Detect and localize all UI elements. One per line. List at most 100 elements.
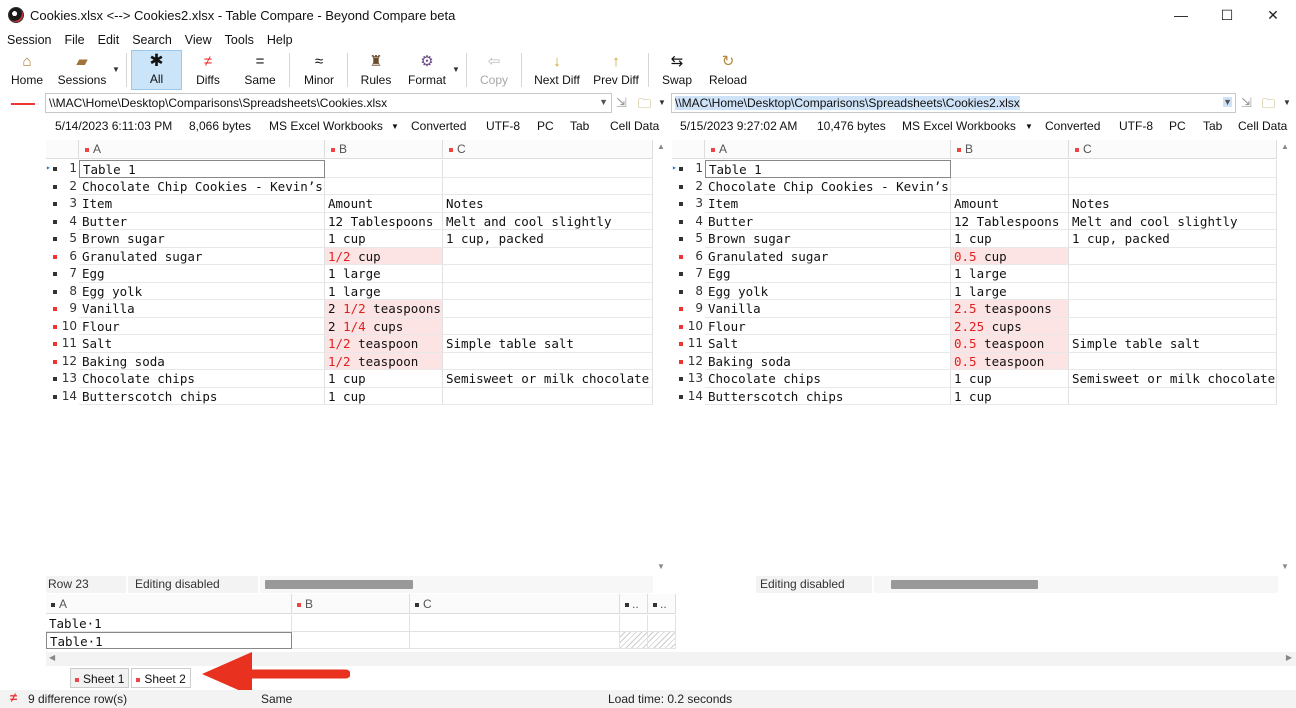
cell-a[interactable]: Brown sugar (705, 230, 951, 248)
table-row[interactable]: 14 Butterscotch chips 1 cup (672, 387, 1277, 405)
line-detail-pane[interactable]: A B C .. .. Table·1 Table·1 (46, 594, 676, 650)
right-browse-history-icon[interactable]: ⇲ (1241, 95, 1252, 111)
cell-b[interactable]: 1 large (325, 282, 443, 300)
cell-a[interactable]: Table 1 (79, 160, 325, 178)
cell-a[interactable]: Baking soda (705, 352, 951, 370)
cell-a[interactable]: Chocolate Chip Cookies - Kevin’s (79, 177, 325, 195)
left-format-dropdown-icon[interactable]: ▼ (391, 122, 399, 131)
minimize-button[interactable]: — (1158, 0, 1204, 30)
right-vertical-scrollbar[interactable]: ▲ ▼ (1278, 140, 1292, 575)
cell-b[interactable]: 1/2 cup (325, 247, 443, 265)
sessions-button[interactable]: ▰ Sessions (54, 50, 110, 90)
table-row[interactable]: 5 Brown sugar 1 cup 1 cup, packed (46, 230, 653, 248)
table-row[interactable]: 5 Brown sugar 1 cup 1 cup, packed (672, 230, 1277, 248)
cell-c[interactable] (1069, 387, 1277, 405)
left-horizontal-scrollbar[interactable] (260, 576, 653, 593)
left-scroll-thumb[interactable] (265, 580, 413, 589)
cell-b[interactable]: 1/2 teaspoon (325, 352, 443, 370)
scroll-up-icon[interactable]: ▲ (1281, 142, 1289, 151)
right-folder-dropdown-icon[interactable]: ▼ (1283, 98, 1293, 107)
table-row[interactable]: 12 Baking soda 1/2 teaspoon (46, 352, 653, 370)
cell-a[interactable]: Egg yolk (79, 282, 325, 300)
column-header-b[interactable]: B (951, 140, 1069, 159)
cell-b[interactable]: 0.5 cup (951, 247, 1069, 265)
left-browse-history-icon[interactable]: ⇲ (616, 95, 627, 111)
cell-a[interactable]: Granulated sugar (79, 247, 325, 265)
cell-c[interactable] (443, 265, 653, 283)
cell-a[interactable]: Table 1 (705, 160, 951, 178)
menu-view[interactable]: View (185, 33, 212, 47)
show-diffs-button[interactable]: ≠ Diffs (184, 50, 232, 90)
cell-a[interactable]: Brown sugar (79, 230, 325, 248)
table-row[interactable]: 4 Butter 12 Tablespoons Melt and cool sligh… (672, 212, 1277, 230)
right-path-dropdown-icon[interactable]: ▼ (1223, 97, 1232, 107)
column-header-c[interactable]: C (443, 140, 653, 159)
cell-b[interactable]: Amount (951, 195, 1069, 213)
cell-a[interactable]: Egg yolk (705, 282, 951, 300)
cell-b[interactable]: 1 cup (951, 370, 1069, 388)
format-button[interactable]: ⚙ Format (404, 50, 450, 90)
format-dropdown-icon[interactable]: ▼ (452, 65, 460, 74)
cell-b[interactable]: 1/2 teaspoon (325, 335, 443, 353)
column-header-a[interactable]: A (705, 140, 951, 159)
cell-b[interactable]: 1 cup (325, 387, 443, 405)
cell-c[interactable] (443, 387, 653, 405)
column-header-c[interactable]: C (1069, 140, 1277, 159)
table-row[interactable]: ▸ 1 Table 1 (672, 160, 1277, 178)
cell-c[interactable]: Melt and cool slightly (1069, 212, 1277, 230)
left-path-dropdown-icon[interactable]: ▼ (599, 97, 608, 107)
table-row[interactable]: 3 Item Amount Notes (46, 195, 653, 213)
table-row[interactable]: 6 Granulated sugar 0.5 cup (672, 247, 1277, 265)
cell-c[interactable]: 1 cup, packed (1069, 230, 1277, 248)
cell-b[interactable]: 2 1/2 teaspoons (325, 300, 443, 318)
table-row[interactable]: 4 Butter 12 Tablespoons Melt and cool sligh… (46, 212, 653, 230)
scroll-up-icon[interactable]: ▲ (657, 142, 665, 151)
table-row[interactable]: 2 Chocolate Chip Cookies - Kevin’s (46, 177, 653, 195)
table-row[interactable]: 10 Flour 2 1/4 cups (46, 317, 653, 335)
right-format[interactable]: MS Excel Workbooks (902, 119, 1016, 133)
right-path-input[interactable]: \\MAC\Home\Desktop\Comparisons\Spreadshe… (671, 93, 1236, 113)
cell-c[interactable]: Notes (443, 195, 653, 213)
cell-c[interactable] (443, 282, 653, 300)
swap-button[interactable]: ⇆ Swap (655, 50, 699, 90)
cell-b[interactable]: 1 large (951, 282, 1069, 300)
cell-b[interactable]: 1 cup (325, 230, 443, 248)
table-row[interactable]: 13 Chocolate chips 1 cup Semisweet or milk … (46, 370, 653, 388)
cell-a[interactable]: Butter (705, 212, 951, 230)
menu-tools[interactable]: Tools (225, 33, 254, 47)
cell-a[interactable]: Egg (79, 265, 325, 283)
right-scroll-thumb[interactable] (891, 580, 1038, 589)
cell-a[interactable]: Butter (79, 212, 325, 230)
right-format-dropdown-icon[interactable]: ▼ (1025, 122, 1033, 131)
tab-sheet-2[interactable]: Sheet 2 (131, 668, 191, 688)
menu-file[interactable]: File (64, 33, 84, 47)
minor-button[interactable]: ≈ Minor (295, 50, 343, 90)
scroll-down-icon[interactable]: ▼ (657, 562, 665, 571)
table-row[interactable]: 13 Chocolate chips 1 cup Semisweet or milk … (672, 370, 1277, 388)
cell-c[interactable]: Semisweet or milk chocolate (443, 370, 653, 388)
menu-edit[interactable]: Edit (98, 33, 120, 47)
cell-a[interactable]: Butterscotch chips (79, 387, 325, 405)
scroll-down-icon[interactable]: ▼ (1281, 562, 1289, 571)
show-all-button[interactable]: ✱ All (131, 50, 182, 90)
close-button[interactable]: ✕ (1250, 0, 1296, 30)
cell-b[interactable]: 0.5 teaspoon (951, 352, 1069, 370)
table-row[interactable]: 9 Vanilla 2 1/2 teaspoons (46, 300, 653, 318)
scroll-right-icon[interactable]: ▶ (1286, 653, 1292, 662)
cell-c[interactable] (443, 300, 653, 318)
cell-b[interactable]: 1 cup (325, 370, 443, 388)
cell-b[interactable]: 2 1/4 cups (325, 317, 443, 335)
cell-a[interactable]: Item (705, 195, 951, 213)
cell-a[interactable]: Vanilla (705, 300, 951, 318)
table-row[interactable]: 7 Egg 1 large (672, 265, 1277, 283)
rules-button[interactable]: ♜ Rules (353, 50, 399, 90)
table-row[interactable]: 8 Egg yolk 1 large (672, 282, 1277, 300)
cell-a[interactable]: Butterscotch chips (705, 387, 951, 405)
cell-b[interactable]: 1 cup (951, 230, 1069, 248)
next-diff-button[interactable]: ↓ Next Diff (528, 50, 586, 90)
table-row[interactable]: 10 Flour 2.25 cups (672, 317, 1277, 335)
table-row[interactable]: 11 Salt 0.5 teaspoon Simple table salt (672, 335, 1277, 353)
cell-a[interactable]: Flour (705, 317, 951, 335)
cell-c[interactable] (1069, 282, 1277, 300)
cell-a[interactable]: Chocolate chips (79, 370, 325, 388)
